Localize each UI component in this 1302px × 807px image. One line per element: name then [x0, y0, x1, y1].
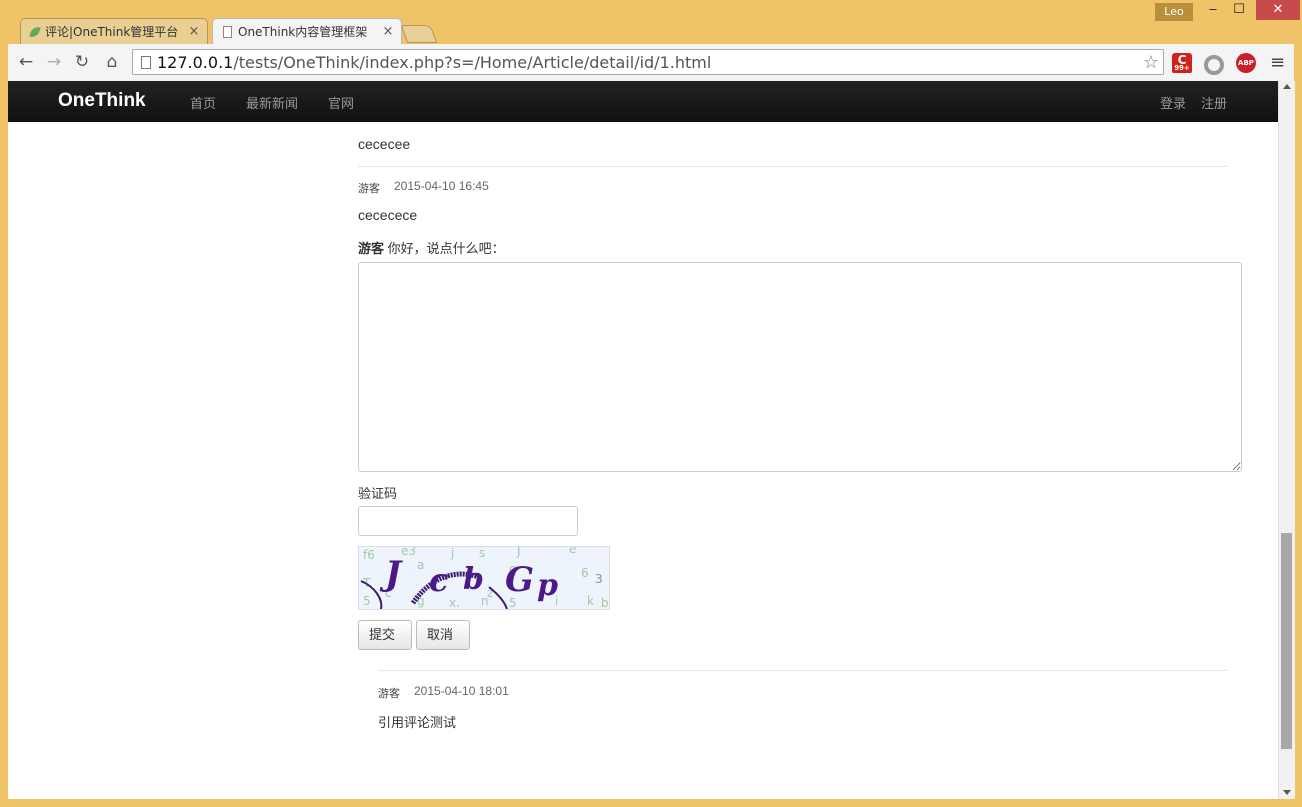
- svg-text:a: a: [417, 558, 424, 572]
- reload-icon[interactable]: ↻: [72, 52, 92, 72]
- svg-text:j: j: [450, 547, 454, 560]
- extension-ring-icon[interactable]: [1204, 55, 1224, 75]
- window-titlebar: 评论|OneThink管理平台 × OneThink内容管理框架 × Leo ‒…: [0, 0, 1302, 44]
- minimize-button[interactable]: ‒: [1200, 0, 1226, 20]
- nav-latest-news[interactable]: 最新新闻: [246, 93, 298, 112]
- menu-icon[interactable]: ≡: [1270, 52, 1285, 73]
- extension-c-icon[interactable]: C 99+: [1172, 53, 1192, 73]
- close-icon[interactable]: ×: [381, 24, 395, 39]
- svg-text:p: p: [537, 568, 558, 603]
- comment-text: 引用评论测试: [378, 715, 457, 730]
- svg-text:6: 6: [581, 566, 589, 580]
- svg-text:e3: e3: [401, 547, 416, 558]
- comment-author: 游客: [378, 688, 400, 700]
- reply-user: 游客: [358, 241, 385, 256]
- window-bottom-border: [0, 799, 1302, 807]
- bookmark-star-icon[interactable]: ☆: [1139, 52, 1163, 73]
- maximize-button[interactable]: ☐: [1226, 0, 1252, 20]
- url-text[interactable]: 127.0.0.1/tests/OneThink/index.php?s=/Ho…: [157, 53, 1139, 72]
- svg-text:3: 3: [595, 572, 603, 586]
- new-tab-button[interactable]: [400, 25, 438, 43]
- svg-text:f6: f6: [363, 548, 375, 562]
- adblock-icon[interactable]: ABP: [1236, 53, 1256, 73]
- divider: [358, 166, 1228, 167]
- reply-prompt-text: 你好，说点什么吧：: [387, 241, 505, 256]
- comment-author: 游客: [358, 183, 380, 195]
- login-link[interactable]: 登录: [1160, 93, 1186, 112]
- scroll-down-arrow-icon[interactable]: [1283, 790, 1291, 795]
- page-viewport: OneThink 首页 最新新闻 官网 登录 注册 cececee 游客 201…: [8, 81, 1278, 799]
- site-brand[interactable]: OneThink: [58, 90, 146, 112]
- page-scrollbar[interactable]: [1278, 81, 1295, 799]
- extension-badge: 99+: [1172, 64, 1192, 73]
- tab-title: OneThink内容管理框架: [238, 25, 368, 39]
- register-link[interactable]: 注册: [1201, 93, 1227, 112]
- comment-text: cececee: [358, 136, 411, 152]
- reply-prompt: 游客 你好，说点什么吧：: [358, 238, 505, 257]
- page-icon: [141, 55, 151, 69]
- svg-text:e: e: [569, 547, 576, 556]
- address-bar[interactable]: 127.0.0.1/tests/OneThink/index.php?s=/Ho…: [132, 49, 1164, 75]
- home-icon[interactable]: ⌂: [102, 52, 122, 72]
- nav-official-site[interactable]: 官网: [328, 93, 354, 112]
- close-window-button[interactable]: ✕: [1256, 0, 1300, 20]
- forward-arrow-icon[interactable]: →: [44, 52, 64, 72]
- captcha-label: 验证码: [358, 486, 398, 501]
- tab-onethink-cms[interactable]: OneThink内容管理框架 ×: [212, 18, 402, 44]
- browser-toolbar: ← → ↻ ⌂ 127.0.0.1/tests/OneThink/index.p…: [8, 44, 1294, 82]
- svg-text:J: J: [379, 554, 403, 594]
- svg-text:k: k: [587, 594, 594, 608]
- site-navbar: OneThink 首页 最新新闻 官网 登录 注册: [8, 81, 1278, 122]
- captcha-input[interactable]: [358, 506, 578, 536]
- svg-text:5: 5: [363, 594, 371, 608]
- comment-time: 2015-04-10 16:45: [394, 179, 489, 193]
- divider: [378, 670, 1228, 671]
- svg-text:x.: x.: [449, 596, 460, 609]
- nav-home[interactable]: 首页: [190, 93, 216, 112]
- reply-textarea[interactable]: [358, 262, 1242, 472]
- tab-comments-admin[interactable]: 评论|OneThink管理平台 ×: [20, 18, 208, 44]
- submit-button[interactable]: 提交: [358, 620, 412, 650]
- svg-text:s: s: [479, 547, 485, 560]
- svg-text:b: b: [601, 596, 609, 609]
- svg-text:J: J: [516, 547, 521, 558]
- comment-text: cececece: [358, 207, 418, 223]
- svg-text:G: G: [505, 560, 534, 600]
- svg-text:c: c: [429, 561, 448, 599]
- leaf-icon: [29, 24, 41, 39]
- captcha-image[interactable]: f6 e3 j sJe aq6 3Tc g x. n 5kb 5zi J c b G p: [358, 542, 610, 610]
- comment-time: 2015-04-10 18:01: [414, 684, 509, 698]
- svg-text:b: b: [463, 562, 484, 597]
- page-icon: [223, 25, 232, 38]
- profile-badge[interactable]: Leo: [1155, 3, 1193, 21]
- cancel-button[interactable]: 取消: [416, 620, 470, 650]
- close-icon[interactable]: ×: [187, 24, 201, 39]
- back-arrow-icon[interactable]: ←: [16, 52, 36, 72]
- tab-title: 评论|OneThink管理平台: [45, 25, 179, 39]
- scroll-thumb[interactable]: [1281, 533, 1292, 749]
- scroll-up-arrow-icon[interactable]: [1283, 84, 1291, 89]
